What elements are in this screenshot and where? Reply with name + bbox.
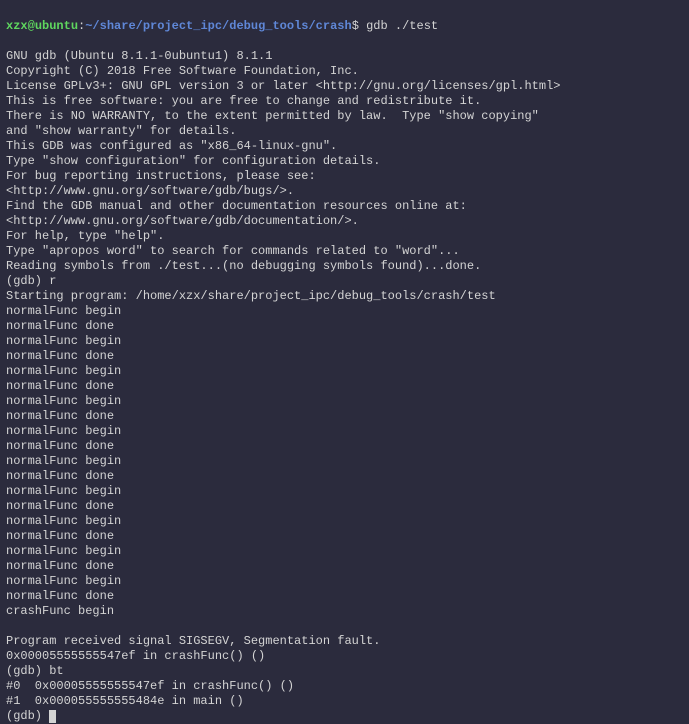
shell-prompt-line: xzx@ubuntu:~/share/project_ipc/debug_too… — [6, 19, 683, 34]
program-output-line: normalFunc done — [6, 319, 114, 333]
gdb-bt-prompt: (gdb) bt — [6, 664, 64, 678]
crash-location-line: 0x00005555555547ef in crashFunc() () — [6, 649, 265, 663]
program-output-line: normalFunc begin — [6, 484, 121, 498]
prompt-path: ~/share/project_ipc/debug_tools/crash — [85, 19, 351, 33]
terminal-output[interactable]: xzx@ubuntu:~/share/project_ipc/debug_too… — [6, 4, 683, 724]
sigsegv-line: Program received signal SIGSEGV, Segment… — [6, 634, 380, 648]
gdb-header-line: <http://www.gnu.org/software/gdb/bugs/>. — [6, 184, 294, 198]
gdb-header-line: This GDB was configured as "x86_64-linux… — [6, 139, 337, 153]
gdb-run-prompt: (gdb) r — [6, 274, 56, 288]
program-output-line: normalFunc begin — [6, 454, 121, 468]
gdb-header-line: Type "apropos word" to search for comman… — [6, 244, 460, 258]
program-output-line: normalFunc begin — [6, 424, 121, 438]
gdb-header-line: There is NO WARRANTY, to the extent perm… — [6, 109, 539, 123]
program-output-line: normalFunc done — [6, 409, 114, 423]
gdb-prompt: (gdb) — [6, 709, 49, 723]
program-output-line: normalFunc begin — [6, 574, 121, 588]
gdb-header-line: License GPLv3+: GNU GPL version 3 or lat… — [6, 79, 561, 93]
command-text: gdb ./test — [359, 19, 438, 33]
gdb-header-line: This is free software: you are free to c… — [6, 94, 481, 108]
gdb-header-line: Find the GDB manual and other documentat… — [6, 199, 467, 213]
prompt-host: ubuntu — [35, 19, 78, 33]
program-output-line: normalFunc done — [6, 589, 114, 603]
program-output-line: normalFunc done — [6, 469, 114, 483]
program-output-line: normalFunc begin — [6, 514, 121, 528]
gdb-header-line: For help, type "help". — [6, 229, 164, 243]
program-output-line: normalFunc done — [6, 559, 114, 573]
program-output-line: normalFunc begin — [6, 304, 121, 318]
gdb-header-line: GNU gdb (Ubuntu 8.1.1-0ubuntu1) 8.1.1 — [6, 49, 272, 63]
gdb-header-line: Type "show configuration" for configurat… — [6, 154, 380, 168]
gdb-header-line: For bug reporting instructions, please s… — [6, 169, 316, 183]
cursor-icon — [49, 710, 56, 723]
prompt-user: xzx — [6, 19, 28, 33]
program-output-line: normalFunc done — [6, 499, 114, 513]
gdb-header-line: <http://www.gnu.org/software/gdb/documen… — [6, 214, 359, 228]
prompt-at: @ — [28, 19, 35, 33]
program-output-line: normalFunc begin — [6, 544, 121, 558]
program-output-line: normalFunc done — [6, 439, 114, 453]
program-output-line: normalFunc done — [6, 379, 114, 393]
gdb-starting-line: Starting program: /home/xzx/share/projec… — [6, 289, 496, 303]
gdb-header-line: Reading symbols from ./test...(no debugg… — [6, 259, 481, 273]
program-output-line: normalFunc begin — [6, 334, 121, 348]
program-output-line: normalFunc begin — [6, 394, 121, 408]
gdb-prompt-line[interactable]: (gdb) — [6, 709, 56, 723]
backtrace-frame: #1 0x000055555555484e in main () — [6, 694, 244, 708]
gdb-header-line: Copyright (C) 2018 Free Software Foundat… — [6, 64, 359, 78]
crash-begin-line: crashFunc begin — [6, 604, 114, 618]
program-output-line: normalFunc done — [6, 349, 114, 363]
program-output-line: normalFunc begin — [6, 364, 121, 378]
program-output-line: normalFunc done — [6, 529, 114, 543]
backtrace-frame: #0 0x00005555555547ef in crashFunc() () — [6, 679, 294, 693]
gdb-header-line: and "show warranty" for details. — [6, 124, 236, 138]
prompt-dollar: $ — [352, 19, 359, 33]
